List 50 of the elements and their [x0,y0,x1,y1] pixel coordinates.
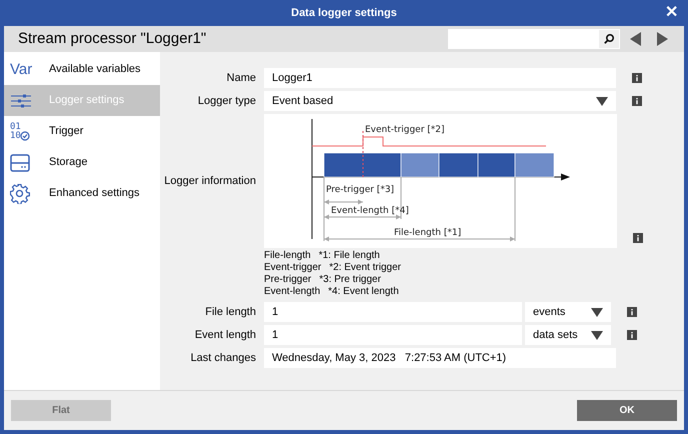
legend-term: Event-trigger [264,262,322,274]
field-label: Logger information [164,174,256,189]
gear-icon [10,184,30,204]
next-button[interactable] [654,31,670,47]
search-button[interactable] [599,30,619,48]
info-icon[interactable] [627,330,637,340]
logger-type-dropdown[interactable]: Event based [264,91,616,111]
close-button[interactable]: ✕ [665,3,678,23]
search-field[interactable] [448,29,620,49]
unit-dropdown[interactable]: data sets [525,325,611,345]
legend-term: File-length [264,250,311,262]
info-icon[interactable] [632,96,642,106]
ok-button[interactable]: OK [577,400,677,421]
diagram-label: Event-trigger [*2] [365,125,445,135]
field-label: Event length [194,328,256,343]
legend-term: Event-length [264,286,320,298]
last-changes-field[interactable]: Wednesday, May 3, 2023 7:27:53 AM (UTC+1) [264,348,616,368]
field-label: File length [205,304,256,320]
storage-drive-icon [10,154,30,172]
field-label: Last changes [190,350,256,366]
file-length-field[interactable]: 1 [264,302,522,322]
diagram-label: Event-length [*4] [331,206,409,216]
left-triangle-icon [630,32,642,46]
dimension-arrow [324,200,364,204]
previous-button[interactable] [628,31,644,47]
info-icon[interactable] [633,233,643,243]
field-label: Logger type [198,94,256,109]
diagram-label: File-length [*1] [394,228,462,238]
trigger-marker-line [362,130,364,178]
dropdown-arrow-icon [591,308,603,316]
dropdown-arrow-icon [596,96,608,106]
sliders-icon [10,94,32,108]
info-icon[interactable] [627,307,637,317]
event-length-field[interactable]: 1 [264,325,522,345]
legend-description: *1: File length [318,250,380,262]
diagram-label: Pre-trigger [*3] [326,185,394,195]
field-label: Name [226,70,256,86]
var-icon: Var [10,62,32,77]
page-title: Stream processor "Logger1" [18,28,206,49]
unit-dropdown[interactable]: events [525,302,611,322]
legend-term: Pre-trigger [264,274,312,286]
dropdown-arrow-icon [591,330,603,340]
info-icon[interactable] [632,73,642,83]
window-title: Data logger settings [291,6,397,21]
name-field[interactable]: Logger1 [264,68,616,88]
legend-description: *3: Pre trigger [319,274,381,286]
legend-description: *4: Event length [328,286,399,298]
search-icon [603,33,615,45]
right-triangle-icon [656,32,668,46]
legend-description: *2: Event trigger [329,262,401,274]
